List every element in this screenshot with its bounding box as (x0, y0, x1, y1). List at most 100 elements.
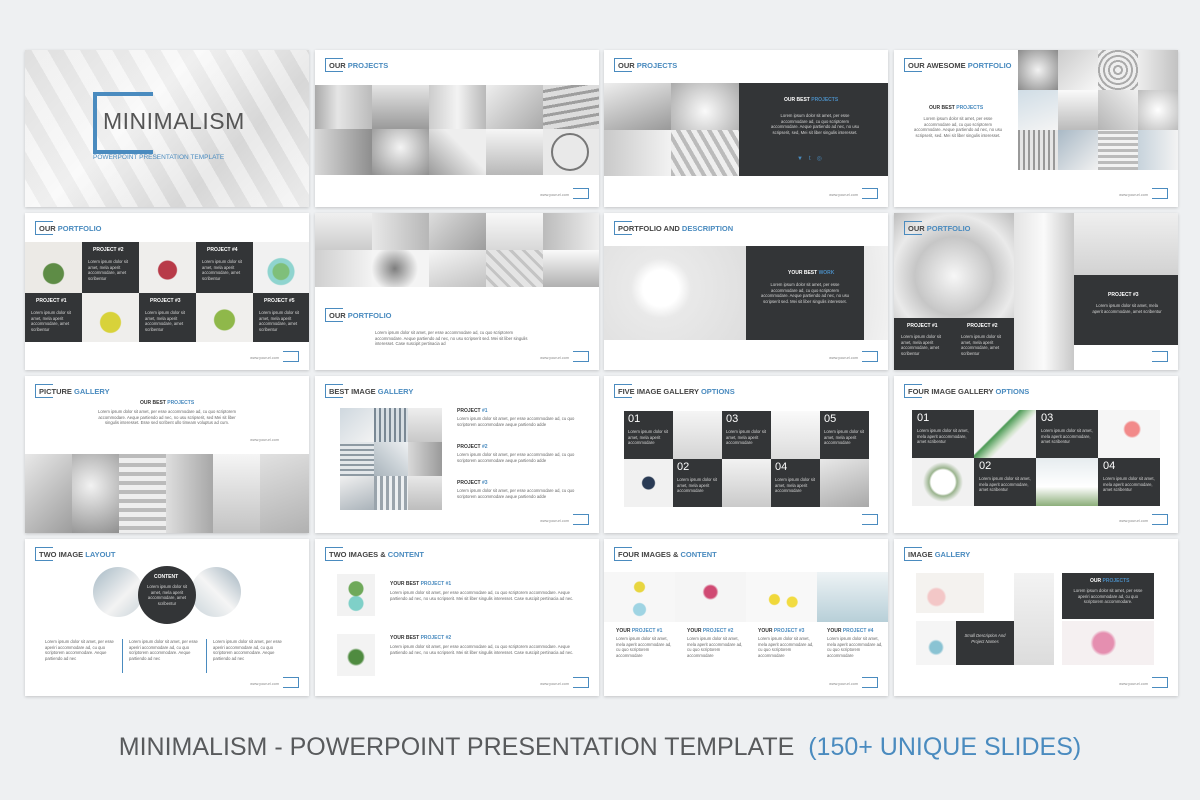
project-label: PROJECT #2 (967, 323, 998, 329)
corner-bracket (862, 188, 878, 199)
photo-architecture (604, 83, 671, 130)
corner-bracket (1152, 188, 1168, 199)
slide-our-projects-2[interactable]: OUR PROJECTS OUR BEST PROJECTS Lorem ips… (604, 50, 888, 207)
photo-architecture (72, 454, 119, 533)
photo-architecture (1018, 90, 1058, 130)
slide-title: OUR PROJECTS (618, 61, 678, 70)
slide-two-images-content[interactable]: TWO IMAGES & CONTENT YOUR BEST PROJECT #… (315, 539, 599, 696)
slide-portfolio-projects[interactable]: OUR PORTFOLIO PROJECT #2 Lorem ipsum dol… (25, 213, 309, 370)
slide-four-images-content[interactable]: FOUR IMAGES & CONTENT YOUR PROJECT #1 Lo… (604, 539, 888, 696)
small-description-panel: Small Description And Project Names (956, 621, 1014, 665)
option-number: 02 (979, 460, 992, 472)
photo-architecture (1098, 50, 1138, 90)
photo-small-decor (916, 621, 956, 665)
photo-architecture (315, 85, 372, 129)
project-label: PROJECT #1 (36, 298, 67, 304)
photo-architecture (25, 454, 72, 533)
photo-interior (771, 411, 820, 459)
photo-architecture (119, 454, 166, 533)
project-label: PROJECT #3 (150, 298, 181, 304)
slide-five-image-gallery[interactable]: FIVE IMAGE GALLERY OPTIONS 01 Lorem ipsu… (604, 376, 888, 533)
slide-title: TWO IMAGE LAYOUT (39, 550, 116, 559)
corner-bracket (1152, 514, 1168, 525)
photo-architecture (543, 250, 599, 287)
photo-architecture (315, 129, 372, 175)
body-text: Lorem ipsum dolor sit amet, per esse acc… (914, 116, 1002, 138)
dark-text-panel: OUR BEST PROJECTS Lorem ipsum dolor sit … (739, 83, 888, 176)
photo-architecture (166, 454, 213, 533)
option-02-panel: 02 Lorem ipsum dolor sit amet, mela aper… (974, 458, 1036, 506)
photo-window-plants (1036, 458, 1098, 506)
caption-main: MINIMALISM - POWERPOINT PRESENTATION TEM… (118, 733, 795, 761)
corner-bracket (573, 677, 589, 688)
slide-picture-gallery[interactable]: PICTURE GALLERY OUR BEST PROJECTS Lorem … (25, 376, 309, 533)
slide-title: IMAGE GALLERY (908, 550, 971, 559)
slide-title: OUR AWESOME PORTFOLIO (908, 61, 1012, 70)
photo-building (340, 408, 374, 442)
project-1-panel: PROJECT #1 Lorem ipsum dolor sit amet, m… (894, 318, 954, 370)
photo-architecture (671, 83, 739, 130)
slide-our-projects[interactable]: OUR PROJECTS www.yoururl.com (315, 50, 599, 207)
slide-url: www.yoururl.com (540, 682, 569, 686)
slide-title: FIVE IMAGE GALLERY OPTIONS (618, 387, 735, 396)
slide-awesome-portfolio[interactable]: OUR AWESOME PORTFOLIO OUR BEST PROJECTS … (894, 50, 1178, 207)
option-text: Lorem ipsum dolor sit amet, mela aperit … (824, 429, 865, 446)
option-number: 01 (628, 413, 641, 425)
project-text: Lorem ipsum dolor sit amet, mela aperit … (687, 636, 743, 658)
corner-bracket (573, 514, 589, 525)
project-2-panel: PROJECT #2 Lorem ipsum dolor sit amet, m… (82, 242, 139, 293)
project-text: Lorem ipsum dolor sit amet, per esse acc… (457, 488, 575, 499)
photo-architecture (1018, 130, 1058, 170)
tumblr-icon[interactable]: t (809, 156, 817, 162)
photo-architecture (372, 250, 429, 287)
slide-portfolio-three[interactable]: OUR PORTFOLIO PROJECT #1 Lorem ipsum dol… (894, 213, 1178, 370)
corner-bracket (283, 677, 299, 688)
option-number: 03 (1041, 412, 1054, 424)
slide-title: BEST IMAGE GALLERY (329, 387, 414, 396)
slide-title: OUR PORTFOLIO (908, 224, 971, 233)
photo-architecture (486, 129, 543, 175)
corner-bracket (283, 351, 299, 362)
panel-text: Lorem ipsum dolor sit amet, per esse acc… (771, 113, 859, 135)
photo-ferris-wheel (543, 129, 599, 175)
option-05-panel: 05 Lorem ipsum dolor sit amet, mela aper… (820, 411, 869, 459)
project-text: Lorem ipsum dolor sit amet, mela aperit … (1092, 303, 1162, 314)
slide-portfolio-description[interactable]: PORTFOLIO AND DESCRIPTION YOUR BEST WORK… (604, 213, 888, 370)
project-text: Lorem ipsum dolor sit amet, mela aperit … (88, 259, 129, 281)
slide-url: www.yoururl.com (1119, 682, 1148, 686)
photo-architecture (372, 85, 429, 129)
photo-architecture (315, 250, 372, 287)
project-text: Lorem ipsum dolor sit amet, per esse acc… (390, 644, 574, 655)
slide-title: OUR PROJECTS (329, 61, 389, 70)
project-heading: YOUR BEST PROJECT #2 (390, 635, 452, 641)
corner-bracket (862, 351, 878, 362)
project-label: PROJECT #4 (207, 247, 238, 253)
option-text: Lorem ipsum dolor sit amet, mela aperit … (979, 476, 1031, 493)
slide-cover[interactable]: MINIMALISM POWERPOINT PRESENTATION TEMPL… (25, 50, 309, 207)
option-number: 04 (1103, 460, 1116, 472)
slide-url: www.yoururl.com (250, 682, 279, 686)
slide-best-image-gallery[interactable]: BEST IMAGE GALLERY PROJECT #1 Lorem ipsu… (315, 376, 599, 533)
slide-four-image-gallery[interactable]: FOUR IMAGE GALLERY OPTIONS 01 Lorem ipsu… (894, 376, 1178, 533)
option-number: 01 (917, 412, 930, 424)
slide-two-image-layout[interactable]: TWO IMAGE LAYOUT CONTENT Lorem ipsum dol… (25, 539, 309, 696)
project-text: Lorem ipsum dolor sit amet, mela aperit … (758, 636, 814, 658)
slide-image-gallery[interactable]: IMAGE GALLERY OUR PROJECTS Lorem ipsum d… (894, 539, 1178, 696)
photo-potted-plant (337, 574, 375, 616)
photo-architecture (1138, 90, 1178, 130)
slide-url: www.yoururl.com (1119, 193, 1148, 197)
skype-icon[interactable]: ◎ (817, 156, 828, 162)
slide-url: www.yoururl.com (540, 519, 569, 523)
photo-architecture (315, 213, 372, 250)
small-description: Small Description And Project Names (964, 633, 1006, 644)
photo-architecture (260, 454, 309, 533)
photo-circle-right (191, 567, 241, 617)
photo-architecture (1138, 50, 1178, 90)
photo-architecture (543, 213, 599, 250)
photo-building (408, 476, 442, 510)
project-heading: PROJECT #1 (457, 408, 488, 414)
slide-portfolio-grid[interactable]: OUR PORTFOLIO Lorem ipsum dolor sit amet… (315, 213, 599, 370)
photo-architecture (372, 213, 429, 250)
corner-bracket (573, 188, 589, 199)
twitter-icon[interactable]: ▼ (797, 156, 809, 162)
